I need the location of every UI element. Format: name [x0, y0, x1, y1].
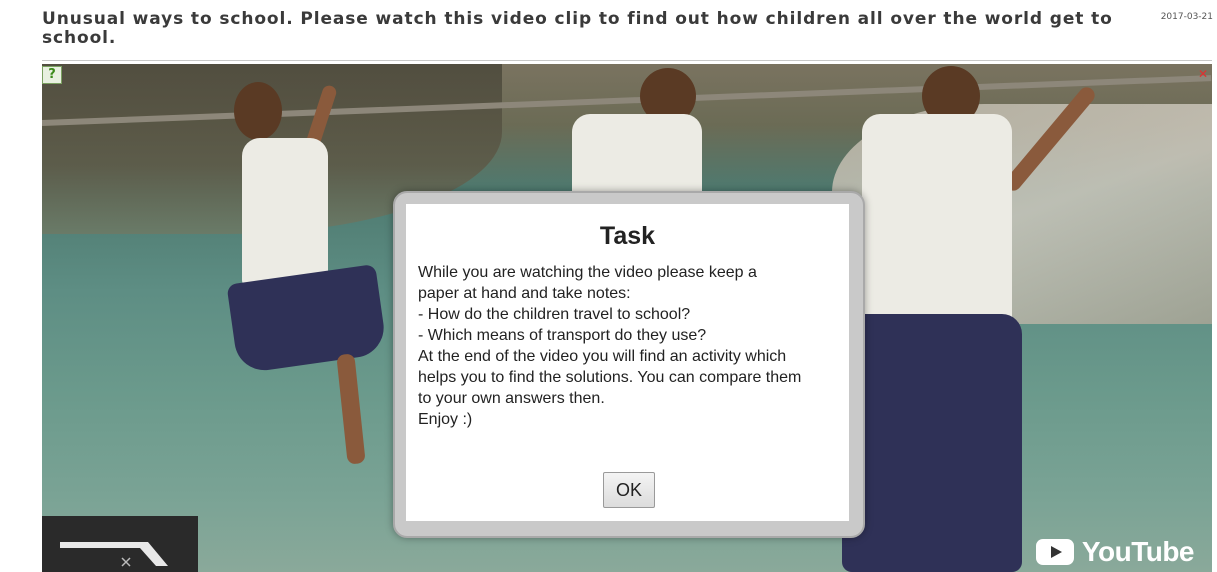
page-title: Unusual ways to school. Please watch thi…: [42, 9, 1113, 48]
post-date: 2017-03-21: [1160, 12, 1213, 22]
dialog-text-line: to your own answers then.: [418, 390, 605, 407]
close-icon[interactable]: ✕: [1198, 68, 1210, 80]
dialog-text-line: Enjoy :): [418, 411, 473, 428]
youtube-wordmark: YouTube: [1081, 536, 1195, 567]
child-shirt: [242, 138, 328, 288]
dialog-text-line: - Which means of transport do they use?: [418, 327, 707, 344]
help-icon[interactable]: ?: [42, 66, 62, 84]
dialog-text-line: helps you to find the solutions. You can…: [418, 369, 802, 386]
dialog-title: Task: [599, 222, 656, 250]
dialog-text-line: - How do the children travel to school?: [418, 306, 691, 323]
channel-logo-icon: [60, 542, 168, 567]
child-leg: [336, 353, 366, 465]
dialog-body: While you are watching the video please …: [418, 262, 848, 430]
youtube-play-icon: [1035, 539, 1074, 565]
child-skirt: [842, 314, 1022, 572]
channel-logo: [42, 516, 198, 572]
child-skirt: [226, 263, 388, 375]
child-head: [234, 82, 282, 140]
task-dialog: Task While you are watching the video pl…: [393, 191, 865, 538]
dialog-text-line: At the end of the video you will find an…: [418, 348, 787, 365]
dialog-text-line: While you are watching the video please …: [418, 264, 757, 281]
header-divider: [42, 60, 1212, 61]
dialog-text-line: paper at hand and take notes:: [418, 285, 631, 302]
youtube-logo[interactable]: YouTube: [1035, 536, 1195, 568]
ok-button[interactable]: OK: [603, 472, 655, 508]
page-header: Unusual ways to school. Please watch thi…: [0, 0, 1217, 62]
task-dialog-content: Task While you are watching the video pl…: [406, 204, 849, 521]
